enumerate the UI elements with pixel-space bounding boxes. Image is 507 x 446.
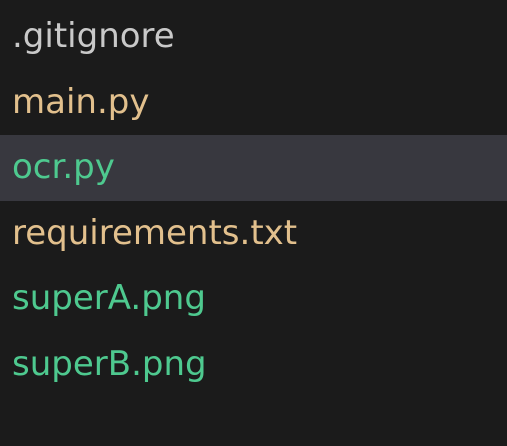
file-item-requirements-txt[interactable]: requirements.txt (0, 201, 507, 267)
file-item-supera-png[interactable]: superA.png (0, 266, 507, 332)
file-explorer: { "explorer": { "files": [ { "name": ".g… (0, 0, 507, 446)
file-item-main-py[interactable]: main.py (0, 70, 507, 136)
file-item-gitignore[interactable]: .gitignore (0, 4, 507, 70)
file-list: .gitignore main.py ocr.py requirements.t… (0, 4, 507, 397)
file-item-superb-png[interactable]: superB.png (0, 332, 507, 398)
file-item-ocr-py[interactable]: ocr.py (0, 135, 507, 201)
